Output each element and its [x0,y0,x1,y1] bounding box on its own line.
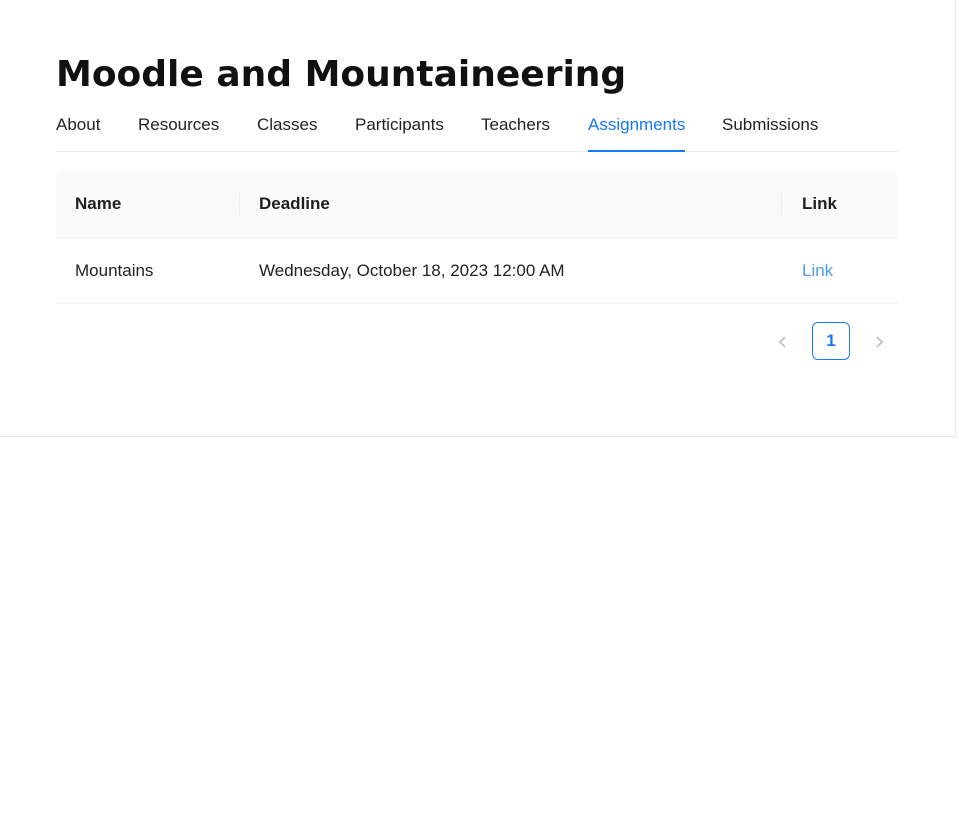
chevron-right-icon [876,336,884,348]
assignment-link[interactable]: Link [802,238,833,303]
page-title: Moodle and Mountaineering [56,54,627,95]
tab-teachers[interactable]: Teachers [481,104,550,151]
column-divider [781,193,782,215]
pagination-page-current[interactable]: 1 [812,322,850,360]
column-header-deadline: Deadline [259,194,330,213]
assignment-name: Mountains [75,261,154,280]
column-divider [239,193,240,215]
tab-about[interactable]: About [56,104,100,151]
table-header: Name Deadline Link [56,171,898,238]
column-header-link: Link [802,194,837,213]
pagination-next-button[interactable] [863,322,895,360]
assignments-table: Name Deadline Link Mountains Wednesday, … [56,171,898,304]
chevron-left-icon [778,336,786,348]
course-tabs: About Resources Classes Participants Tea… [56,104,898,152]
tab-submissions[interactable]: Submissions [722,104,818,151]
column-header-name: Name [75,194,122,213]
tab-resources[interactable]: Resources [138,104,219,151]
tab-classes[interactable]: Classes [257,104,317,151]
assignment-deadline: Wednesday, October 18, 2023 12:00 AM [259,261,565,280]
tab-assignments[interactable]: Assignments [588,104,686,152]
course-panel: Moodle and Mountaineering About Resource… [0,0,956,437]
table-row: Mountains Wednesday, October 18, 2023 12… [56,238,898,304]
pagination-prev-button[interactable] [767,322,799,360]
tab-participants[interactable]: Participants [355,104,444,151]
